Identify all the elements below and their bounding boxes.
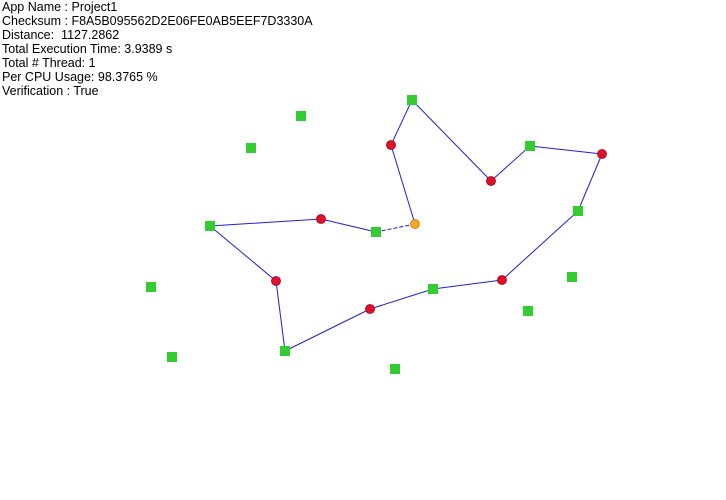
waypoint-marker [407,95,417,105]
route-segment [375,223,416,233]
waypoint-marker [246,143,256,153]
route-point-marker [486,176,496,186]
route-segment [432,279,503,290]
route-segment [209,225,277,282]
waypoint-marker [146,282,156,292]
route-point-layer [271,140,607,314]
route-segment [209,218,322,227]
route-segment [390,99,413,146]
route-point-marker [497,275,507,285]
waypoint-marker [167,352,177,362]
route-segment [369,288,434,310]
route-point-marker [597,149,607,159]
route-segment [320,218,377,233]
waypoint-marker [428,284,438,294]
waypoint-marker [205,221,215,231]
waypoint-marker [296,111,306,121]
route-segment [529,145,603,155]
waypoint-layer [146,95,583,374]
waypoint-marker [567,272,577,282]
route-segment [390,144,416,225]
route-segment [411,99,492,182]
route-segment [577,153,603,212]
route-segment [490,145,531,182]
waypoint-marker [390,364,400,374]
route-point-marker [316,214,326,224]
route-canvas [146,95,607,374]
waypoint-marker [280,346,290,356]
waypoint-marker [523,306,533,316]
route-segment [275,280,286,352]
route-point-marker [386,140,396,150]
route-point-marker [271,276,281,286]
waypoint-marker [573,206,583,216]
start-point-marker [410,219,420,229]
waypoint-marker [525,141,535,151]
route-path [209,99,603,352]
waypoint-marker [371,227,381,237]
start-point-layer [410,219,420,229]
route-segment [501,210,579,281]
route-point-marker [365,304,375,314]
route-segment [284,308,371,352]
